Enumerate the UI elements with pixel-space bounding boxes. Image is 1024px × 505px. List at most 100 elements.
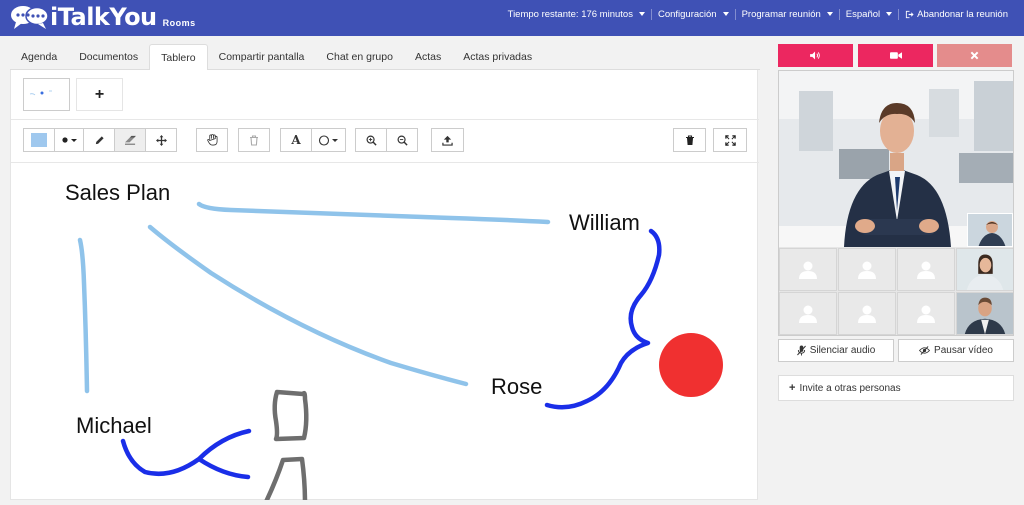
- red-dot: [659, 333, 723, 397]
- video-grid: [778, 70, 1014, 336]
- whiteboard-canvas[interactable]: Sales Plan William Rose Michael: [11, 163, 759, 505]
- tab-bar: Agenda Documentos Tablero Compartir pant…: [10, 44, 760, 71]
- invite-label: Invite a otras personas: [799, 382, 901, 394]
- move-button[interactable]: [145, 128, 177, 152]
- schedule-menu[interactable]: Programar reunión: [734, 8, 839, 20]
- box-upper: [272, 389, 309, 442]
- zoom-out-button[interactable]: [386, 128, 418, 152]
- video-camera-icon: [889, 52, 902, 59]
- mute-audio-button[interactable]: Silenciar audio: [778, 339, 894, 362]
- mute-audio-label: Silenciar audio: [809, 345, 876, 356]
- color-picker-button[interactable]: [23, 128, 55, 152]
- close-video-button[interactable]: [937, 44, 1012, 67]
- tab-documents[interactable]: Documentos: [68, 44, 149, 70]
- top-nav: Tiempo restante: 176 minutos Configuraci…: [502, 0, 1014, 28]
- caret-down-icon: [638, 12, 645, 16]
- caret-down-icon: [886, 12, 893, 16]
- user-icon: [917, 305, 935, 323]
- leave-meeting-link[interactable]: Abandonar la reunión: [898, 8, 1014, 20]
- label-rose: Rose: [491, 374, 542, 399]
- participant-thumbnail[interactable]: [967, 213, 1013, 247]
- pause-video-button[interactable]: Pausar vídeo: [898, 339, 1014, 362]
- light-stroke-diagonal: [147, 224, 469, 387]
- leave-label: Abandonar la reunión: [917, 8, 1008, 20]
- light-stroke-top: [196, 201, 551, 225]
- label-sales-plan: Sales Plan: [65, 180, 170, 205]
- slide-strip: +: [23, 78, 123, 111]
- label-william: William: [569, 210, 640, 235]
- main-speaker-video[interactable]: [779, 71, 1013, 247]
- microphone-slash-icon: [796, 345, 806, 356]
- eraser-icon: [124, 135, 136, 145]
- light-stroke-vertical: [77, 237, 90, 394]
- video-side-panel: Silenciar audio Pausar vídeo + Invite a …: [778, 36, 1014, 502]
- empty-participant-slot: [779, 292, 837, 335]
- user-icon: [858, 261, 876, 279]
- clear-board-button[interactable]: [673, 128, 706, 152]
- participant-video-woman[interactable]: [956, 248, 1013, 291]
- pencil-icon: [95, 135, 104, 144]
- add-slide-button[interactable]: +: [76, 78, 123, 111]
- config-label: Configuración: [657, 8, 717, 20]
- delete-selection-button[interactable]: [238, 128, 270, 152]
- time-remaining-label: Tiempo restante: 176 minutos: [507, 8, 633, 20]
- video-toggle-button[interactable]: [858, 44, 933, 67]
- invite-button[interactable]: + Invite a otras personas: [778, 375, 1014, 401]
- empty-participant-slot: [779, 248, 837, 291]
- empty-participant-slot: [838, 248, 896, 291]
- shape-button[interactable]: [311, 128, 346, 152]
- time-remaining-menu[interactable]: Tiempo restante: 176 minutos: [502, 9, 651, 20]
- pause-video-label: Pausar vídeo: [934, 345, 993, 356]
- eye-slash-icon: [919, 346, 931, 355]
- color-swatch: [31, 133, 47, 147]
- caret-down-icon: [722, 12, 729, 16]
- fullscreen-button[interactable]: [713, 128, 747, 152]
- zoom-out-icon: [397, 135, 408, 146]
- audio-toggle-button[interactable]: [778, 44, 853, 67]
- whiteboard-toolbar: A: [11, 128, 759, 154]
- chat-bubbles-icon: [10, 3, 50, 31]
- main-area: Agenda Documentos Tablero Compartir pant…: [10, 36, 760, 505]
- top-bar: iTalkYou Rooms Tiempo restante: 176 minu…: [0, 0, 1024, 36]
- user-icon: [799, 305, 817, 323]
- tab-agenda[interactable]: Agenda: [10, 44, 68, 70]
- divider: [11, 119, 759, 120]
- plus-icon: +: [789, 382, 796, 394]
- user-icon: [858, 305, 876, 323]
- tab-group-chat[interactable]: Chat en grupo: [315, 44, 404, 70]
- slide-thumbnail[interactable]: [23, 78, 70, 111]
- close-icon: [970, 51, 979, 60]
- trash-icon: [685, 134, 694, 145]
- empty-participant-slot: [897, 292, 955, 335]
- upload-icon: [442, 135, 453, 146]
- tab-share-screen[interactable]: Compartir pantalla: [208, 44, 316, 70]
- empty-participant-slot: [897, 248, 955, 291]
- logo: iTalkYou Rooms: [10, 3, 196, 31]
- zoom-in-icon: [366, 135, 377, 146]
- volume-icon: [810, 51, 820, 60]
- box-lower: [262, 456, 308, 505]
- schedule-label: Programar reunión: [741, 8, 821, 20]
- text-tool-button[interactable]: A: [280, 128, 312, 152]
- participant-video-man[interactable]: [956, 292, 1013, 335]
- dot-size-button[interactable]: [54, 128, 85, 152]
- pencil-button[interactable]: [83, 128, 115, 152]
- label-michael: Michael: [76, 413, 152, 438]
- hand-button[interactable]: [196, 128, 228, 152]
- eraser-button[interactable]: [114, 128, 146, 152]
- logo-subtitle: Rooms: [162, 18, 196, 28]
- logo-text: iTalkYou: [50, 3, 157, 31]
- config-menu[interactable]: Configuración: [650, 8, 735, 20]
- move-icon: [155, 134, 167, 146]
- tab-minutes[interactable]: Actas: [404, 44, 452, 70]
- upload-button[interactable]: [431, 128, 464, 152]
- hand-icon: [206, 134, 217, 146]
- caret-down-icon: [826, 12, 833, 16]
- zoom-in-button[interactable]: [355, 128, 387, 152]
- expand-icon: [724, 134, 736, 146]
- language-menu[interactable]: Español: [838, 8, 898, 20]
- user-icon: [799, 261, 817, 279]
- tab-private-minutes[interactable]: Actas privadas: [452, 44, 543, 70]
- tab-whiteboard[interactable]: Tablero: [149, 44, 208, 71]
- circle-shape-icon: [318, 134, 338, 146]
